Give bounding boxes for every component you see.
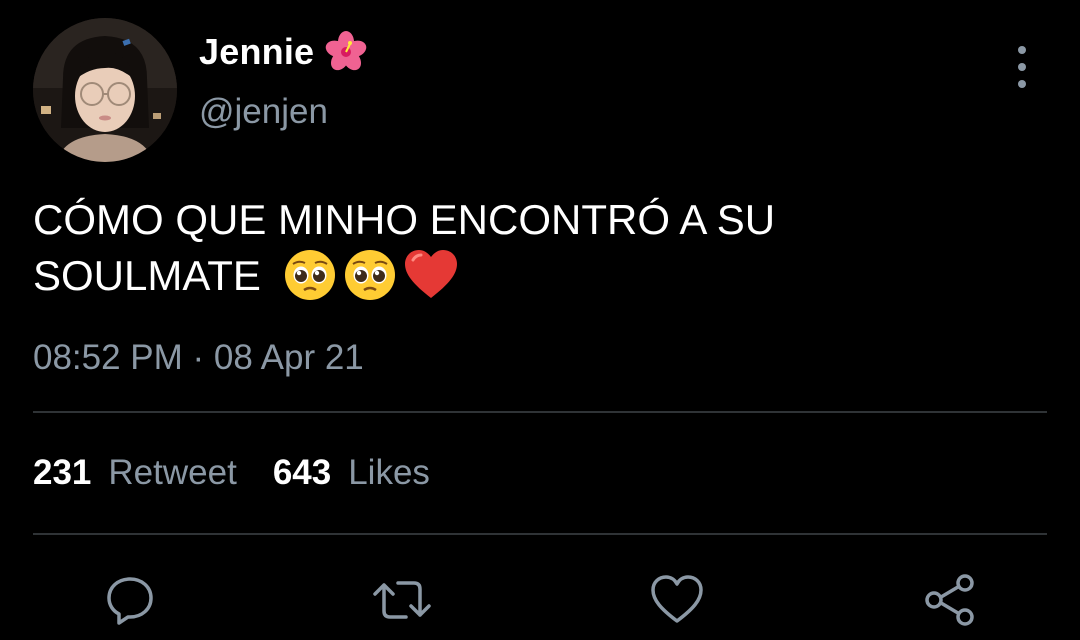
share-button[interactable] [920,570,980,630]
tweet-emojis [283,248,459,302]
hibiscus-icon [324,30,368,74]
retweets-label[interactable]: Retweet [108,453,236,493]
more-dot [1018,46,1026,54]
likes-count[interactable]: 643 [273,453,331,493]
more-options-button[interactable] [1005,46,1039,88]
display-name-text: Jennie [199,31,315,72]
more-dot [1018,80,1026,88]
tweet-text: CÓMO QUE MINHO ENCONTRÓ A SU SOULMATE [33,192,1033,306]
share-icon [925,574,974,626]
display-name[interactable]: Jennie [199,30,368,74]
divider [33,533,1047,535]
retweets-count[interactable]: 231 [33,453,91,493]
action-bar [0,570,1080,630]
likes-label[interactable]: Likes [348,453,430,493]
avatar[interactable] [33,18,177,162]
tweet-text-line-1: CÓMO QUE MINHO ENCONTRÓ A SU [33,196,776,243]
handle[interactable]: @jenjen [199,92,328,132]
retweet-icon [373,581,431,619]
pleading-face-icon [284,249,335,300]
retweet-button[interactable] [372,570,432,630]
divider [33,411,1047,413]
red-heart-icon [404,249,457,298]
reply-icon [107,577,153,625]
tweet-stats: 231 Retweet 643 Likes [33,453,430,493]
tweet-text-line-2: SOULMATE [33,252,261,299]
heart-icon [651,575,703,623]
tweet-timestamp: 08:52 PM · 08 Apr 21 [33,338,364,377]
more-dot [1018,63,1026,71]
reply-button[interactable] [100,570,160,630]
avatar-photo [33,18,177,162]
pleading-face-icon [344,249,395,300]
like-button[interactable] [647,570,707,630]
